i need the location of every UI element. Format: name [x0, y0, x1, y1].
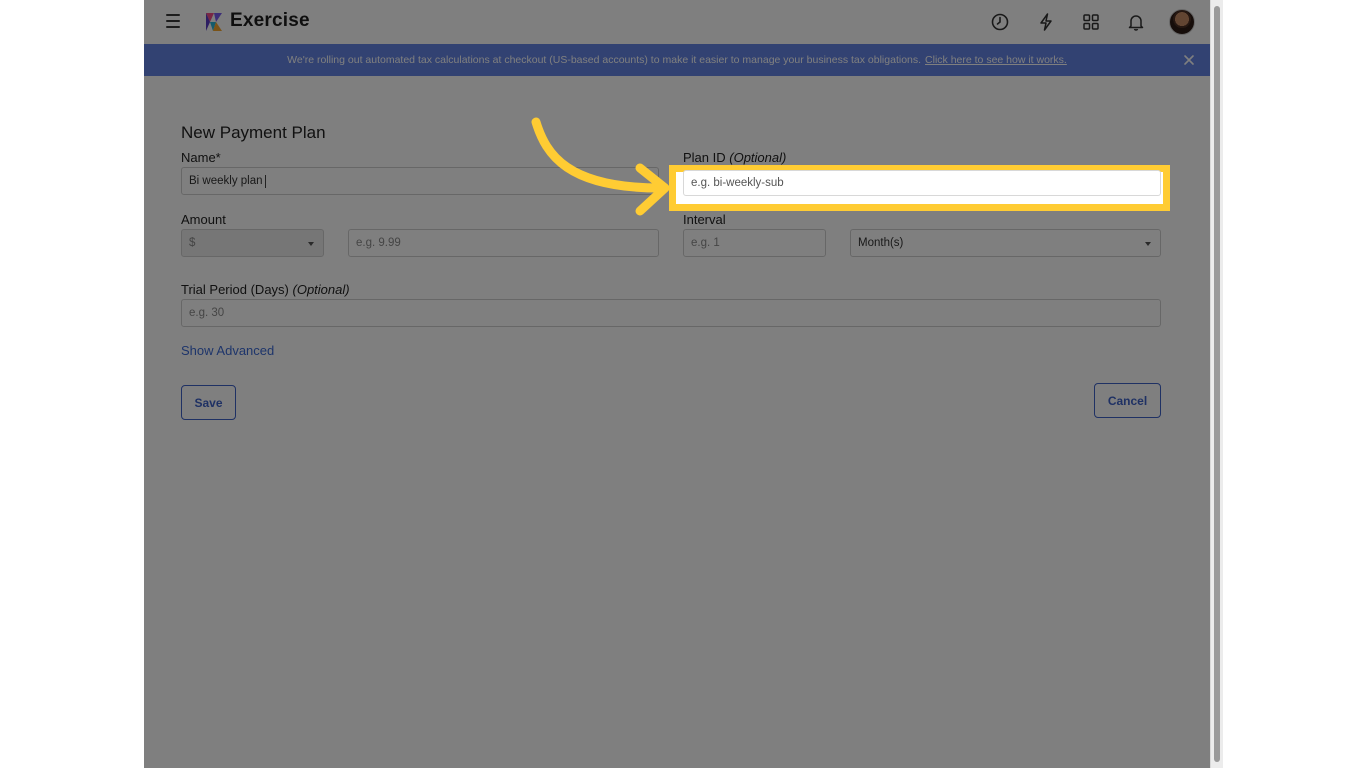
top-bar: Exercise — [144, 0, 1210, 45]
menu-icon[interactable] — [166, 14, 180, 28]
currency-value: $ — [189, 237, 196, 249]
trial-period-label: Trial Period (Days) (Optional) — [181, 282, 350, 297]
text-cursor — [264, 174, 266, 188]
show-advanced-link[interactable]: Show Advanced — [181, 343, 274, 358]
chevron-down-icon — [308, 242, 314, 246]
close-icon[interactable] — [1182, 53, 1196, 67]
trial-optional: (Optional) — [292, 282, 350, 297]
exercise-logo-icon — [206, 13, 222, 31]
banner-link[interactable]: Click here to see how it works. — [925, 54, 1067, 66]
page-title: New Payment Plan — [181, 123, 326, 142]
trial-period-input[interactable]: e.g. 30 — [181, 299, 1161, 327]
scrollbar[interactable] — [1210, 0, 1223, 768]
clock-icon[interactable] — [990, 12, 1010, 32]
apps-grid-icon[interactable] — [1081, 12, 1101, 32]
app-title: Exercise — [230, 10, 310, 31]
interval-unit-select[interactable]: Month(s) — [850, 229, 1161, 257]
save-button[interactable]: Save — [181, 385, 236, 420]
plan-id-input[interactable]: e.g. bi-weekly-sub — [683, 170, 1161, 196]
tutorial-arrow-icon — [531, 117, 670, 216]
amount-label: Amount — [181, 212, 226, 227]
scrollbar-thumb[interactable] — [1214, 6, 1220, 762]
trial-label-text: Trial Period (Days) — [181, 282, 289, 297]
plan-id-optional: (Optional) — [729, 150, 787, 165]
name-input-value: Bi weekly plan — [189, 175, 263, 187]
lightning-icon[interactable] — [1036, 12, 1056, 32]
name-label: Name* — [181, 150, 221, 165]
interval-input[interactable]: e.g. 1 — [683, 229, 826, 257]
announcement-banner: We're rolling out automated tax calculat… — [144, 44, 1210, 76]
interval-unit-value: Month(s) — [858, 237, 904, 249]
user-avatar[interactable] — [1169, 9, 1195, 35]
currency-select[interactable]: $ — [181, 229, 324, 257]
amount-input[interactable]: e.g. 9.99 — [348, 229, 659, 257]
plan-id-label: Plan ID (Optional) — [683, 150, 786, 165]
bell-icon[interactable] — [1126, 12, 1146, 32]
banner-text: We're rolling out automated tax calculat… — [287, 54, 922, 66]
chevron-down-icon — [1145, 242, 1151, 246]
cancel-button[interactable]: Cancel — [1094, 383, 1161, 418]
